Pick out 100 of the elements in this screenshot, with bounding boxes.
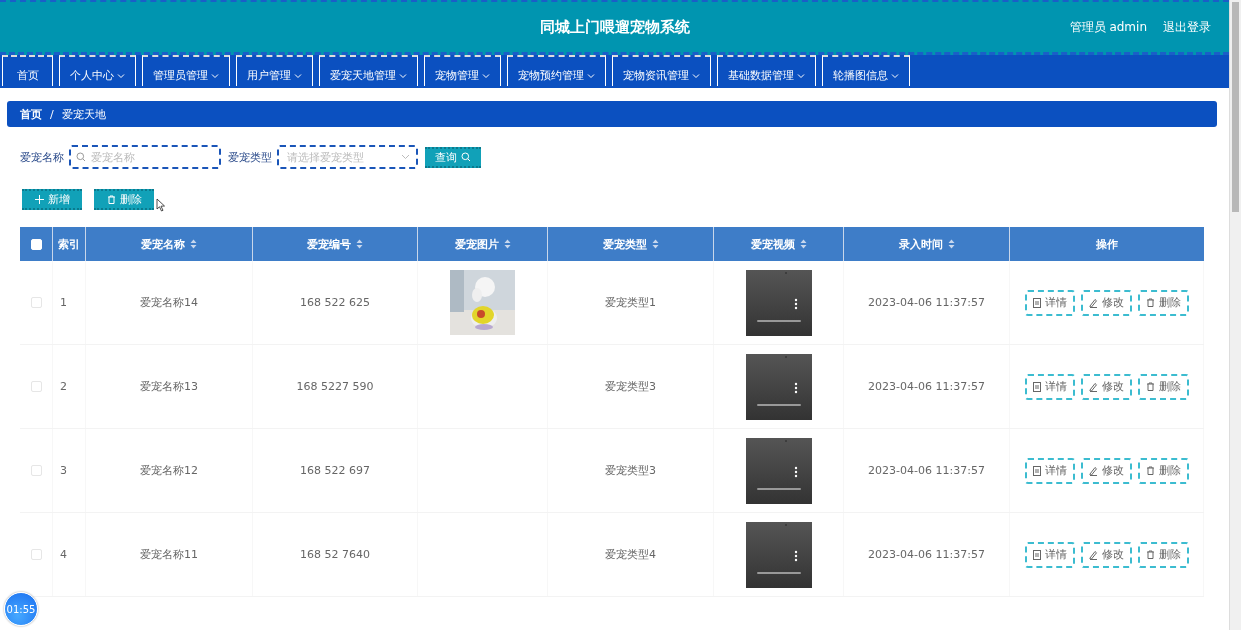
table-cell: 1 xyxy=(60,296,67,309)
table-cell: 爱宠类型3 xyxy=(605,379,656,394)
edit-button[interactable]: 修改 xyxy=(1080,289,1132,316)
details-button[interactable]: 详情 xyxy=(1024,373,1075,400)
column-header[interactable]: 爱宠图片 xyxy=(454,236,511,252)
scrollbar[interactable] xyxy=(1229,0,1241,630)
nav-item[interactable]: 个人中心 xyxy=(59,55,136,86)
table-cell: 4 xyxy=(60,548,67,561)
document-icon xyxy=(1032,381,1041,392)
table-cell: 168 5227 590 xyxy=(296,380,374,393)
field-label: 爱宠类型 xyxy=(228,149,272,165)
video-thumbnail[interactable] xyxy=(745,521,812,588)
nav-item[interactable]: 宠物资讯管理 xyxy=(612,55,711,86)
video-thumbnail[interactable] xyxy=(745,437,812,504)
table-cell: 爱宠名称12 xyxy=(140,463,198,478)
column-header[interactable]: 爱宠名称 xyxy=(141,236,197,252)
cursor-icon xyxy=(156,198,166,212)
chevron-down-icon xyxy=(399,72,407,79)
table-cell: 168 522 625 xyxy=(300,296,370,309)
row-checkbox[interactable] xyxy=(30,297,42,308)
chevron-down-icon xyxy=(587,72,595,79)
column-header[interactable]: 爱宠类型 xyxy=(602,236,659,252)
pencil-icon xyxy=(1088,297,1098,308)
delete-button[interactable]: 删除 xyxy=(1137,373,1189,400)
video-thumbnail[interactable] xyxy=(745,269,812,336)
chevron-down-icon xyxy=(401,154,410,160)
select-all-checkbox[interactable] xyxy=(30,238,42,250)
trash-icon xyxy=(1145,550,1155,559)
nav-item[interactable]: 管理员管理 xyxy=(142,55,230,86)
table-cell: 3 xyxy=(60,464,67,477)
table-cell: 2023-04-06 11:37:57 xyxy=(868,548,985,561)
document-icon xyxy=(1032,297,1041,308)
timer-badge: 01:55 xyxy=(4,592,38,626)
user-label: 管理员 admin xyxy=(1069,18,1147,36)
column-header[interactable]: 爱宠编号 xyxy=(307,236,363,252)
nav-item[interactable]: 基础数据管理 xyxy=(717,55,816,86)
sort-icon[interactable] xyxy=(190,239,197,249)
trash-icon xyxy=(106,194,116,204)
sort-icon[interactable] xyxy=(947,239,955,249)
chevron-down-icon xyxy=(891,72,899,79)
document-icon xyxy=(1032,549,1041,560)
details-button[interactable]: 详情 xyxy=(1024,289,1075,316)
table-cell: 168 522 697 xyxy=(300,464,370,477)
edit-button[interactable]: 修改 xyxy=(1080,373,1132,400)
field-label: 爱宠名称 xyxy=(20,149,64,165)
delete-button[interactable]: 删除 xyxy=(1137,541,1189,568)
edit-button[interactable]: 修改 xyxy=(1080,541,1132,568)
logout-link[interactable]: 退出登录 xyxy=(1163,18,1211,36)
sort-icon[interactable] xyxy=(651,239,659,249)
chevron-down-icon xyxy=(117,72,125,79)
table-cell: 2023-04-06 11:37:57 xyxy=(868,380,985,393)
row-checkbox[interactable] xyxy=(30,465,42,476)
nav-item[interactable]: 首页 xyxy=(2,55,53,86)
pencil-icon xyxy=(1088,465,1098,476)
delete-button[interactable]: 删除 xyxy=(1137,457,1189,484)
document-icon xyxy=(1032,465,1041,476)
column-header[interactable]: 操作 xyxy=(1096,236,1118,252)
sort-icon[interactable] xyxy=(503,239,511,249)
table-cell: 2023-04-06 11:37:57 xyxy=(868,464,985,477)
chevron-down-icon xyxy=(482,72,490,79)
select-field[interactable]: 请选择爱宠类型 xyxy=(277,145,418,169)
chevron-down-icon xyxy=(294,72,302,79)
chevron-down-icon xyxy=(211,72,219,79)
edit-button[interactable]: 修改 xyxy=(1080,457,1132,484)
sort-icon[interactable] xyxy=(799,239,807,249)
nav-item[interactable]: 爱宠天地管理 xyxy=(319,55,418,86)
pencil-icon xyxy=(1088,381,1098,392)
breadcrumb-item[interactable]: 首页 xyxy=(20,106,42,122)
nav-item[interactable]: 轮播图信息 xyxy=(822,55,910,86)
table-cell: 168 52 7640 xyxy=(300,548,370,561)
row-checkbox[interactable] xyxy=(30,549,42,560)
column-header[interactable]: 索引 xyxy=(58,236,80,252)
video-thumbnail[interactable] xyxy=(745,353,812,420)
sort-icon[interactable] xyxy=(356,239,363,249)
trash-icon xyxy=(1145,298,1155,307)
table-cell: 爱宠类型1 xyxy=(605,295,656,310)
nav-item[interactable]: 用户管理 xyxy=(236,55,313,86)
chevron-down-icon xyxy=(797,72,805,79)
trash-icon xyxy=(1145,382,1155,391)
search-field[interactable]: 爱宠名称 xyxy=(69,145,221,169)
table-cell: 爱宠类型4 xyxy=(605,547,656,562)
search-icon xyxy=(461,152,471,162)
delete-button[interactable]: 删除 xyxy=(1137,289,1189,316)
app-title: 同城上门喂遛宠物系统 xyxy=(539,17,690,37)
chevron-down-icon xyxy=(692,72,700,79)
trash-icon xyxy=(1145,466,1155,475)
plus-icon xyxy=(34,194,44,204)
nav-item[interactable]: 宠物预约管理 xyxy=(507,55,606,86)
row-checkbox[interactable] xyxy=(30,381,42,392)
breadcrumb-separator: / xyxy=(50,107,54,121)
breadcrumb-item[interactable]: 爱宠天地 xyxy=(61,106,106,122)
table-cell: 2023-04-06 11:37:57 xyxy=(868,296,985,309)
table-cell: 2 xyxy=(60,380,67,393)
table-cell: 爱宠名称13 xyxy=(140,379,198,394)
column-header[interactable]: 录入时间 xyxy=(898,236,955,252)
table-cell: 爱宠名称14 xyxy=(140,295,198,310)
details-button[interactable]: 详情 xyxy=(1024,541,1075,568)
column-header[interactable]: 爱宠视频 xyxy=(750,236,807,252)
details-button[interactable]: 详情 xyxy=(1024,457,1075,484)
nav-item[interactable]: 宠物管理 xyxy=(424,55,501,86)
